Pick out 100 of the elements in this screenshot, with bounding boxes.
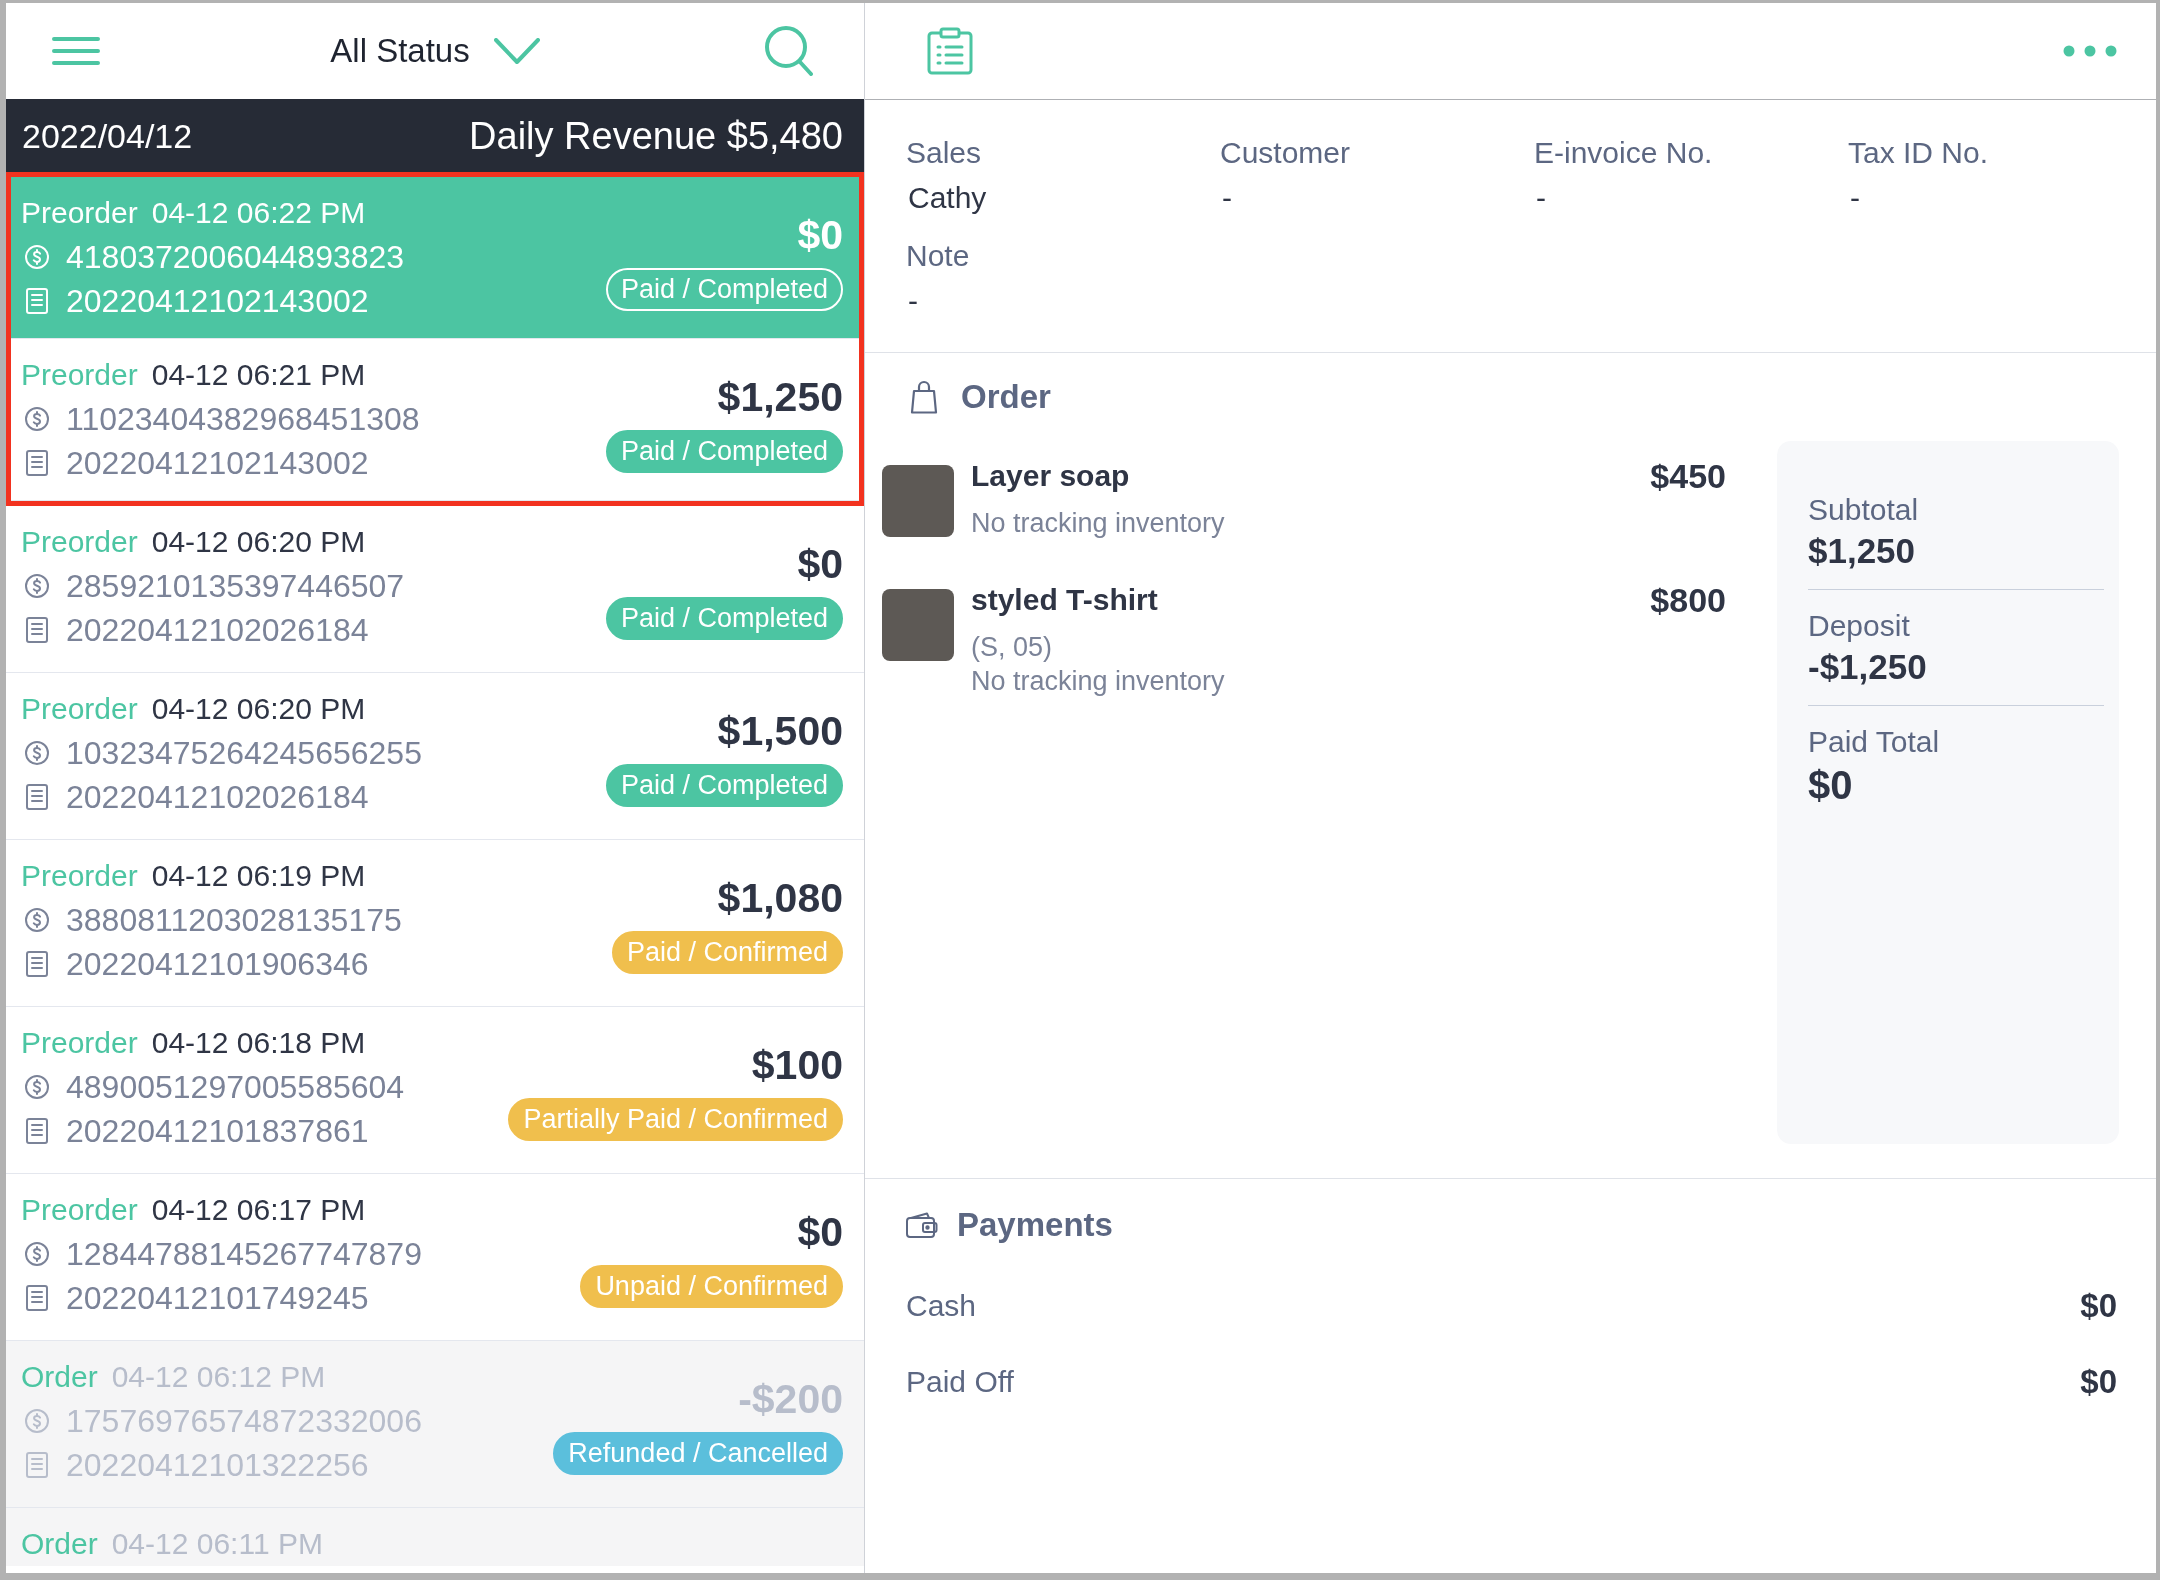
summary-label: Subtotal (1808, 492, 1920, 528)
dollar-coin-icon (25, 245, 49, 269)
field-label: Customer (1220, 135, 1352, 171)
more-icon[interactable] (2063, 45, 2117, 57)
inventory-note: No tracking inventory (971, 665, 1226, 698)
daily-revenue: Daily Revenue $5,480 (469, 113, 843, 159)
status-badge: Unpaid / Confirmed (580, 1265, 843, 1308)
order-type: Order (21, 1359, 98, 1395)
summary-value: $1,250 (1808, 530, 1917, 572)
total-value: $0 (1808, 762, 1854, 809)
field-value: Cathy (907, 180, 988, 216)
dollar-coin-icon (25, 1409, 49, 1433)
order-number: 20220412101322256 (66, 1446, 369, 1485)
shopping-bag-icon (910, 380, 938, 414)
status-badge: Paid / Confirmed (611, 931, 843, 974)
product-photo (882, 589, 954, 661)
order-number: 20220412102026184 (66, 611, 369, 650)
product-photo (882, 465, 954, 537)
order-number: 20220412102026184 (66, 778, 369, 817)
order-number: 20220412101906346 (66, 945, 369, 984)
date-label: 2022/04/12 (22, 115, 193, 157)
receipt-icon (26, 617, 48, 643)
payment-method: Paid Off (906, 1364, 1014, 1400)
receipt-icon (26, 1452, 48, 1478)
order-number: 20220412101837861 (66, 1112, 369, 1151)
status-badge: Paid / Completed (605, 764, 843, 807)
order-amount: $100 (751, 1041, 843, 1089)
order-type: Preorder (21, 357, 138, 393)
payment-amount: $0 (2080, 1362, 2117, 1402)
dollar-coin-icon (25, 741, 49, 765)
product-name: Layer soap (971, 458, 1131, 494)
order-time: 04-12 06:11 PM (111, 1526, 323, 1562)
product-price: $800 (1650, 582, 1726, 618)
order-type: Order (21, 1526, 98, 1562)
order-amount: $1,250 (717, 373, 843, 421)
field-value: - (907, 283, 919, 319)
order-time: 04-12 06:18 PM (151, 1025, 366, 1061)
order-type: Preorder (21, 1192, 138, 1228)
order-type: Preorder (21, 858, 138, 894)
section-title: Payments (957, 1205, 1113, 1245)
payment-number: 10323475264245656255 (66, 734, 422, 773)
order-time: 04-12 06:20 PM (151, 524, 366, 560)
wallet-icon (906, 1212, 938, 1238)
product-name: styled T-shirt (971, 582, 1159, 618)
field-label: E-invoice No. (1534, 135, 1714, 171)
order-type: Preorder (21, 691, 138, 727)
payment-number: 17576976574872332006 (66, 1402, 422, 1441)
order-type: Preorder (21, 195, 138, 231)
order-time: 04-12 06:17 PM (151, 1192, 366, 1228)
field-value: - (1849, 180, 1861, 216)
dollar-coin-icon (25, 407, 49, 431)
order-number: 20220412102143002 (66, 444, 369, 483)
chevron-down-icon[interactable] (493, 38, 540, 64)
field-label: Sales (906, 135, 983, 171)
order-number: 20220412101749245 (66, 1279, 369, 1318)
field-label: Note (906, 238, 971, 274)
receipt-icon (26, 1285, 48, 1311)
dollar-coin-icon (25, 574, 49, 598)
order-type: Preorder (21, 524, 138, 560)
field-value: - (1535, 180, 1547, 216)
payment-number: 4890051297005585604 (66, 1068, 405, 1107)
order-time: 04-12 06:20 PM (151, 691, 366, 727)
menu-icon[interactable] (52, 37, 100, 65)
receipt-icon (26, 784, 48, 810)
payment-number: 11023404382968451308 (66, 400, 420, 439)
status-badge: Partially Paid / Confirmed (508, 1098, 843, 1141)
order-type: Preorder (21, 1025, 138, 1061)
payment-amount: $0 (2080, 1286, 2117, 1326)
product-variant: (S, 05) (971, 631, 1054, 664)
search-icon[interactable] (765, 26, 813, 76)
status-badge: Paid / Completed (605, 597, 843, 640)
status-badge: Paid / Completed (605, 268, 843, 311)
status-badge: Refunded / Cancelled (553, 1432, 843, 1475)
status-filter[interactable]: All Status (330, 30, 540, 72)
order-time: 04-12 06:21 PM (151, 357, 366, 393)
order-amount: $0 (797, 1208, 843, 1256)
order-time: 04-12 06:19 PM (151, 858, 366, 894)
order-amount: $0 (797, 211, 843, 259)
summary-label: Deposit (1808, 608, 1911, 644)
order-amount: $0 (797, 540, 843, 588)
receipt-icon (26, 951, 48, 977)
order-time: 04-12 06:12 PM (111, 1359, 326, 1395)
order-time: 04-12 06:22 PM (151, 195, 366, 231)
dollar-coin-icon (25, 908, 49, 932)
section-title: Order (961, 377, 1051, 417)
payment-number: 12844788145267747879 (66, 1235, 422, 1274)
order-number: 20220412102143002 (66, 282, 369, 321)
payment-number: 4180372006044893823 (66, 238, 405, 277)
order-amount: $1,500 (717, 707, 843, 755)
payment-number: 3880811203028135175 (66, 901, 402, 940)
dollar-coin-icon (25, 1242, 49, 1266)
receipt-icon (26, 1118, 48, 1144)
payment-method: Cash (906, 1288, 977, 1324)
inventory-note: No tracking inventory (971, 507, 1226, 540)
payment-number: 2859210135397446507 (66, 567, 405, 606)
field-value: - (1221, 180, 1233, 216)
product-price: $450 (1650, 458, 1726, 494)
clipboard-icon[interactable] (927, 27, 973, 75)
summary-value: -$1,250 (1808, 646, 1928, 688)
field-label: Tax ID No. (1848, 135, 1990, 171)
